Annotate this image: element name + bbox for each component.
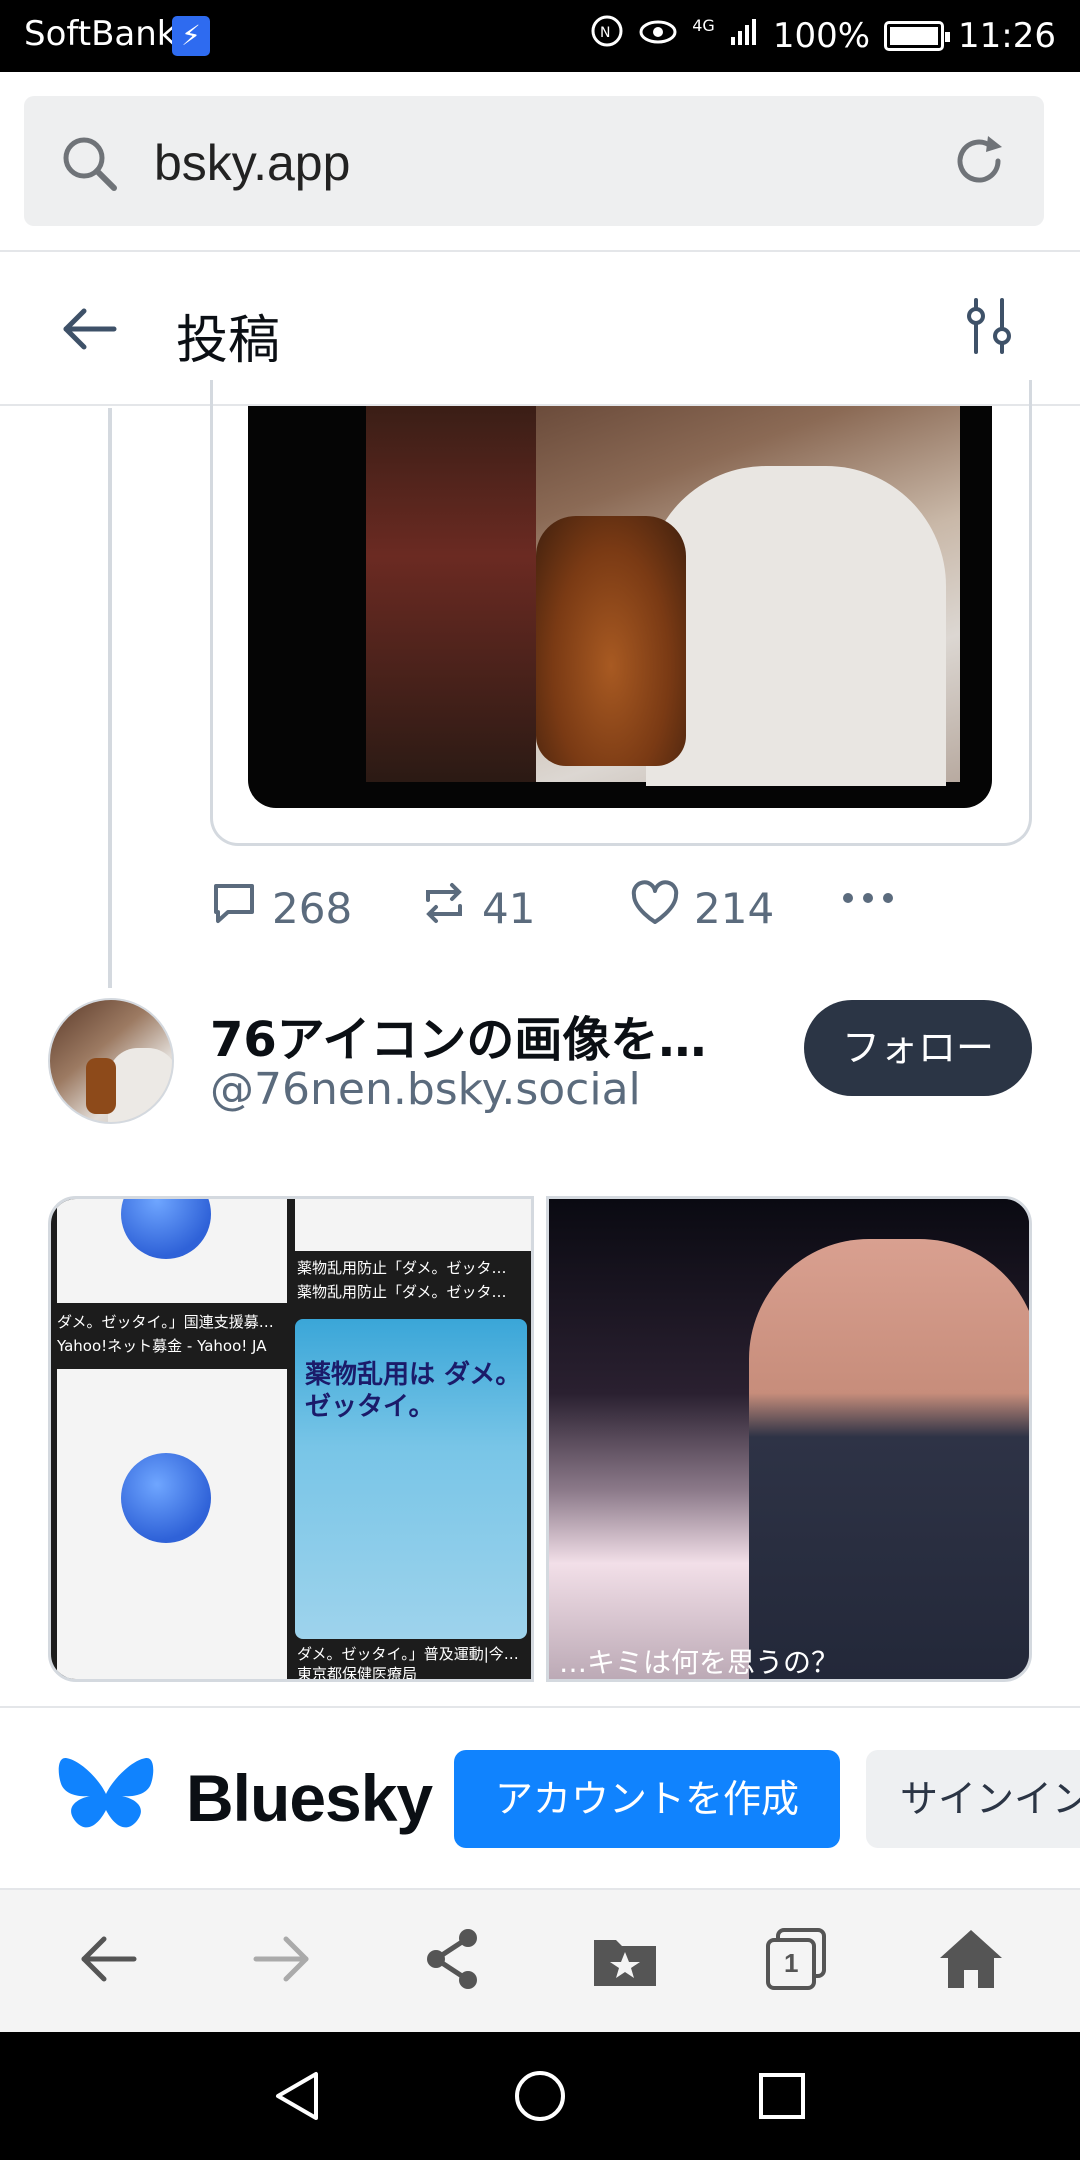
poster-title: 薬物乱用は ダメ。ゼッタイ。 bbox=[305, 1360, 522, 1422]
search-icon bbox=[60, 134, 118, 197]
signup-banner: Bluesky アカウントを作成 サインイン bbox=[0, 1706, 1080, 1890]
tabs-icon[interactable]: 1 bbox=[764, 1926, 830, 1997]
more-options-icon[interactable] bbox=[840, 888, 896, 908]
snippet-text: Yahoo!ネット募金 - Yahoo! JA bbox=[57, 1337, 267, 1355]
back-icon[interactable] bbox=[76, 1926, 142, 1997]
battery-icon bbox=[884, 20, 951, 51]
snippet-text: 東京都保健医療局 bbox=[297, 1665, 418, 1682]
embedded-image[interactable] bbox=[248, 406, 992, 808]
browser-toolbar: bsky.app bbox=[0, 72, 1080, 252]
url-text[interactable]: bsky.app bbox=[154, 134, 350, 192]
create-account-button[interactable]: アカウントを作成 bbox=[454, 1750, 840, 1848]
brand-name: Bluesky bbox=[186, 1761, 433, 1835]
reply-count: 268 bbox=[272, 883, 353, 933]
like-button[interactable]: 214 bbox=[630, 880, 774, 936]
repost-icon bbox=[420, 880, 468, 936]
nfc-icon: N bbox=[590, 14, 624, 57]
image-caption: …キミは何を思うの？ bbox=[559, 1646, 840, 1679]
carrier-label: SoftBank bbox=[24, 14, 177, 54]
status-bar: SoftBank ⚡ N 4G 100% 11:26 bbox=[0, 0, 1080, 72]
heart-icon bbox=[630, 880, 680, 936]
share-icon[interactable] bbox=[420, 1926, 486, 1997]
reload-icon[interactable] bbox=[948, 130, 1010, 197]
browser-nav-bar: 1 bbox=[0, 1890, 1080, 2032]
signal-icon: 4G bbox=[692, 16, 715, 35]
photo-man-with-jar bbox=[366, 406, 960, 786]
bolt-icon: ⚡ bbox=[172, 16, 210, 56]
system-home-icon[interactable] bbox=[512, 2068, 568, 2129]
author-name[interactable]: 76アイコンの画像を… bbox=[210, 1000, 730, 1070]
system-nav-bar bbox=[0, 2032, 1080, 2160]
image-gallery: 薬物乱用防止「ダメ。ゼッタ… 薬物乱用防止「ダメ。ゼッタ… ダメ。ゼッタイ。」国… bbox=[48, 1196, 1032, 1682]
follow-button[interactable]: フォロー bbox=[804, 1000, 1032, 1096]
battery-percent: 100% bbox=[772, 15, 871, 56]
page-title: 投稿 bbox=[176, 311, 281, 371]
status-right: N 4G 100% 11:26 bbox=[590, 14, 1056, 57]
system-recents-icon[interactable] bbox=[754, 2068, 810, 2129]
snippet-text: ダメ。ゼッタイ。」国連支援募… bbox=[57, 1313, 274, 1331]
repost-button[interactable]: 41 bbox=[420, 880, 535, 936]
concert-photo: …キミは何を思うの？ bbox=[549, 1199, 1029, 1679]
gallery-image-right[interactable]: …キミは何を思うの？ bbox=[546, 1196, 1032, 1682]
author-handle[interactable]: @76nen.bsky.social bbox=[210, 1064, 641, 1115]
tab-count: 1 bbox=[784, 1948, 799, 1978]
butterfly-logo-icon bbox=[56, 1756, 156, 1849]
reply-icon bbox=[210, 880, 258, 936]
home-icon[interactable] bbox=[936, 1926, 1006, 1997]
repost-count: 41 bbox=[482, 883, 536, 933]
svg-text:N: N bbox=[600, 25, 610, 41]
like-count: 214 bbox=[694, 883, 775, 933]
snippet-text: 薬物乱用防止「ダメ。ゼッタ… bbox=[297, 1283, 507, 1301]
sign-in-button[interactable]: サインイン bbox=[866, 1750, 1080, 1848]
snippet-text: ダメ。ゼッタイ。」普及運動|今… bbox=[297, 1645, 519, 1663]
clock: 11:26 bbox=[958, 15, 1056, 56]
avatar[interactable] bbox=[48, 998, 174, 1124]
back-arrow-icon[interactable] bbox=[58, 298, 120, 365]
forward-icon[interactable] bbox=[248, 1926, 314, 1997]
settings-sliders-icon[interactable] bbox=[964, 296, 1014, 363]
address-bar[interactable]: bsky.app bbox=[24, 96, 1044, 226]
signal-bars-icon bbox=[729, 16, 759, 56]
snippet-text: 薬物乱用防止「ダメ。ゼッタ… bbox=[297, 1259, 507, 1277]
thread-line bbox=[108, 408, 112, 988]
post-actions: 268 41 214 bbox=[210, 880, 1030, 950]
system-back-icon[interactable] bbox=[270, 2068, 326, 2129]
gallery-image-left[interactable]: 薬物乱用防止「ダメ。ゼッタ… 薬物乱用防止「ダメ。ゼッタ… ダメ。ゼッタイ。」国… bbox=[48, 1196, 534, 1682]
poster-image: 薬物乱用は ダメ。ゼッタイ。 bbox=[295, 1319, 527, 1639]
eye-icon bbox=[638, 16, 678, 56]
reply-button[interactable]: 268 bbox=[210, 880, 352, 936]
bookmarks-icon[interactable] bbox=[590, 1926, 660, 1997]
mascot-image bbox=[121, 1453, 211, 1543]
